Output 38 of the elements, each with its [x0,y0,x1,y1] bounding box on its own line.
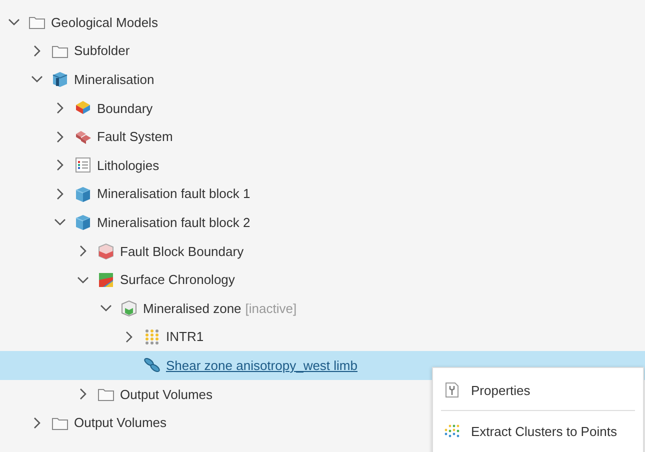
tree-item-label[interactable]: Shear zone anisotropy_west limb [166,358,358,373]
expand-chevron-icon[interactable] [31,416,43,429]
expand-chevron-icon[interactable] [31,44,43,57]
expand-chevron-icon[interactable] [123,330,135,343]
cube-icon [51,70,69,88]
tree-item-label[interactable]: Boundary [97,100,153,116]
status-note: [inactive] [245,300,297,316]
tree-item-label[interactable]: Mineralisation fault block 1 [97,186,250,202]
expand-chevron-icon[interactable] [54,188,66,200]
cube-icon [120,299,138,318]
cube-icon [74,213,92,232]
dot-grid-icon [143,328,161,346]
expand-chevron-icon[interactable] [54,102,66,114]
ellipses-icon [143,356,161,374]
cube-icon [74,184,92,203]
tree-item-label[interactable]: Mineralisation [74,72,154,87]
tree-item-label[interactable]: Fault Block Boundary [120,244,244,259]
tree-item-label[interactable]: INTR1 [166,329,204,344]
expand-chevron-icon[interactable] [77,245,89,258]
tree-item-label[interactable]: Output Volumes [74,415,166,430]
expand-chevron-icon[interactable] [77,388,89,400]
layered-square-icon [97,270,115,289]
tree-item-label[interactable]: Output Volumes [120,386,212,402]
tree-item-label[interactable]: Geological Models [51,14,158,30]
document-icon [443,381,461,399]
menu-item[interactable]: Properties [433,372,643,408]
tree-item-label[interactable]: Subfolder [74,43,130,58]
tree-item-label[interactable]: Fault System [97,129,173,144]
legend-list-icon [74,156,92,174]
layer-cube-icon [97,242,115,260]
tree-item-label[interactable]: Mineralisation fault block 2 [97,214,250,230]
expand-chevron-icon[interactable] [54,130,66,143]
tree-item-label[interactable]: Surface Chronology [120,272,235,288]
tree-item-label[interactable]: Mineralised zone [143,300,242,316]
tree-item-label[interactable]: Lithologies [97,158,160,173]
expand-chevron-icon[interactable] [54,159,66,172]
dot-grid-icon [443,422,461,440]
menu-item[interactable]: Extract Clusters to Points [433,413,643,449]
